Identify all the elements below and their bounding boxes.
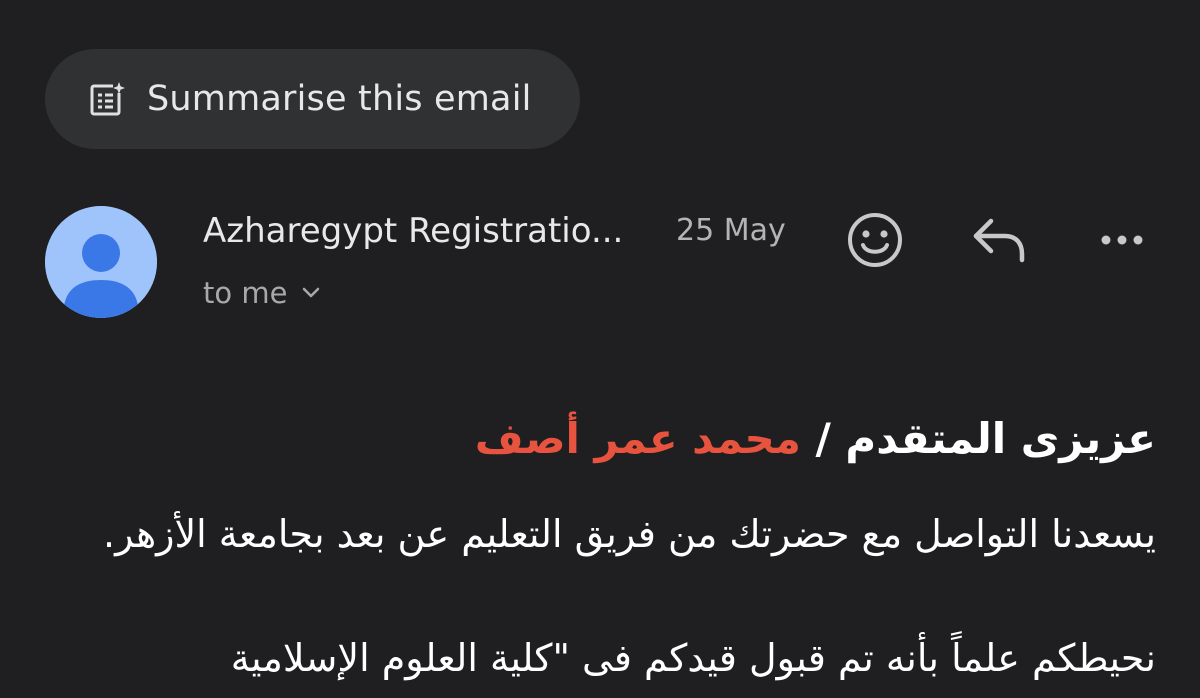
avatar[interactable] bbox=[45, 206, 157, 318]
email-greeting: عزيزى المتقدم / محمد عمر أصف bbox=[46, 414, 1156, 463]
summarise-email-button[interactable]: Summarise this email bbox=[45, 49, 580, 149]
more-options-button[interactable] bbox=[1096, 222, 1148, 258]
add-reaction-icon bbox=[848, 213, 902, 267]
add-reaction-button[interactable] bbox=[846, 211, 904, 269]
summary-sparkle-icon bbox=[89, 81, 125, 117]
chevron-down-icon bbox=[301, 286, 321, 300]
email-paragraph: نحيطكم علماً بأنه تم قبول قيدكم فى "كلية… bbox=[230, 636, 1156, 680]
email-paragraph: يسعدنا التواصل مع حضرتك من فريق التعليم … bbox=[103, 512, 1156, 556]
more-options-icon bbox=[1101, 235, 1143, 245]
message-date: 25 May bbox=[676, 213, 786, 248]
email-view: Summarise this email Azharegypt Registra… bbox=[0, 0, 1200, 698]
applicant-name: محمد عمر أصف bbox=[474, 414, 801, 463]
reply-icon bbox=[973, 218, 1025, 263]
recipient-details-toggle[interactable]: to me bbox=[203, 276, 321, 310]
sender-name[interactable]: Azharegypt Registratio... bbox=[203, 211, 623, 251]
recipient-label: to me bbox=[203, 276, 288, 310]
summarise-label: Summarise this email bbox=[147, 79, 532, 119]
greeting-prefix: عزيزى المتقدم / bbox=[800, 414, 1156, 463]
reply-button[interactable] bbox=[971, 215, 1027, 265]
person-icon bbox=[45, 206, 157, 318]
